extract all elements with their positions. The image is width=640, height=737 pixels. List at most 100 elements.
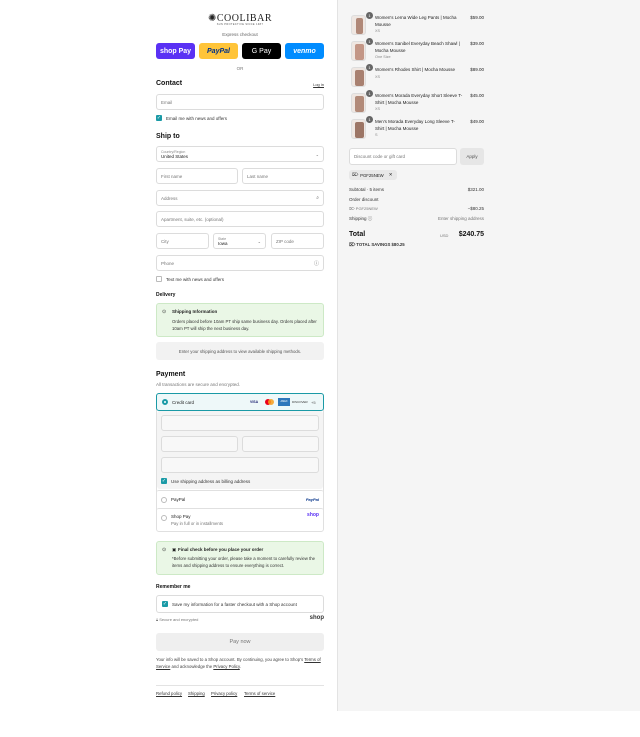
apply-label: Apply (466, 154, 478, 159)
zip-field[interactable]: ZIP code (271, 233, 324, 249)
phone-field[interactable]: Phone ⓘ (156, 255, 324, 271)
apply-button[interactable]: Apply (460, 148, 484, 165)
address-placeholder: Address (161, 195, 178, 201)
shipping-row-label: Shipping ⓘ (349, 216, 372, 222)
paypal-radio[interactable] (161, 497, 167, 503)
final-check-body: *Before submitting your order, please ta… (172, 556, 316, 568)
paypal-button[interactable]: PayPal (199, 43, 238, 59)
help-icon[interactable]: ⓘ (368, 216, 373, 221)
remember-heading: Remember me (156, 584, 191, 590)
discount-placeholder: Discount code or gift card (354, 154, 406, 159)
cart-item: 1 Women's Morada Everyday Short Sleeve T… (351, 90, 484, 115)
total-label: Total (349, 231, 366, 238)
product-name: Women's Rhodes Shirt | Mocha Mousse (375, 67, 455, 72)
product-name: Women's Lerna Wide Leg Pants | Mocha Mou… (375, 15, 457, 27)
login-link[interactable]: Log in (313, 82, 324, 87)
shop-pay-option[interactable]: Shop Pay Pay in full or in installments … (156, 508, 324, 532)
zip-placeholder: ZIP code (276, 238, 294, 244)
secure-text: Secure and encrypted (159, 617, 199, 622)
or-divider: OR (236, 66, 244, 71)
email-news-label: Email me with news and offers (166, 116, 227, 121)
search-icon: ⌕ (316, 195, 319, 201)
tag-icon: ⌦ (352, 172, 359, 177)
product-name: Men's Morada Everyday Long Sleeve T-Shir… (375, 119, 455, 131)
paypal-option[interactable]: PayPal PayPal (156, 490, 324, 508)
last-name-field[interactable]: Last name (242, 168, 324, 184)
remember-checkbox[interactable]: ✓ (162, 601, 168, 607)
product-price: $39.00 (470, 41, 484, 46)
express-checkout-label: Express checkout (222, 32, 258, 37)
subtotal-value: $321.00 (467, 187, 484, 192)
discount-code-input[interactable]: Discount code or gift card (349, 148, 457, 165)
venmo-button[interactable]: venmo (285, 43, 324, 59)
shipping-info-body: Orders placed before 10am PT ship same b… (172, 319, 317, 331)
refund-policy-link[interactable]: Refund policy (156, 691, 182, 696)
discount-code-label: PGF25NEW (355, 206, 378, 211)
remember-label: Save my information for a faster checkou… (172, 602, 297, 607)
address-field[interactable]: Address ⌕ (156, 190, 324, 206)
city-field[interactable]: City (156, 233, 209, 249)
clipboard-icon: ▣ (172, 547, 177, 552)
city-placeholder: City (161, 238, 169, 244)
shop-pay-radio[interactable] (161, 515, 167, 521)
legal-text: Your info will be saved to a Shop accoun… (156, 657, 324, 670)
shop-pay-button[interactable]: shop Pay (156, 43, 195, 59)
chevron-down-icon: ⌄ (315, 152, 319, 157)
shipping-label: Shipping (349, 216, 367, 221)
mastercard-icon (265, 399, 274, 405)
card-number-field[interactable] (161, 415, 319, 431)
shipping-value: Enter shipping address (437, 216, 484, 221)
google-pay-button[interactable]: G Pay (242, 43, 281, 59)
card-expiry-field[interactable] (161, 436, 238, 452)
card-cvv-field[interactable] (242, 436, 319, 452)
text-news-checkbox[interactable] (156, 276, 162, 282)
currency-label: USD (440, 233, 449, 238)
shipping-link[interactable]: Shipping (188, 691, 205, 696)
footer-divider (156, 685, 324, 686)
first-name-field[interactable]: First name (156, 168, 238, 184)
shipping-info-title: Shipping Information (172, 309, 218, 314)
ship-to-heading: Ship to (156, 133, 180, 140)
pay-now-label: Pay now (229, 639, 251, 645)
payment-heading: Payment (156, 371, 186, 378)
legal-text-b: and acknowledge the (170, 663, 214, 669)
terms-of-service-link[interactable]: Terms of service (244, 691, 275, 696)
paypal-label: PayPal (207, 47, 230, 55)
google-pay-label: G Pay (251, 47, 272, 55)
discount-code-row: ⌦ PGF25NEW (349, 206, 378, 211)
product-thumbnail (351, 41, 366, 61)
apartment-field[interactable]: Apartment, suite, etc. (optional) (156, 211, 324, 227)
credit-card-option[interactable]: Credit card VISA AMEX DISCOVER +5 (156, 393, 324, 411)
cart-item: 1 Women's Sanibel Everyday Beach Shawl |… (351, 38, 484, 63)
billing-address-checkbox[interactable]: ✓ (161, 478, 167, 484)
privacy-policy-link[interactable]: Privacy policy (211, 691, 237, 696)
state-select[interactable]: State Iowa ⌄ (213, 233, 266, 249)
checkout-page: ✺COOLIBAR SUN PROTECTIVE SINCE 1987 Expr… (0, 0, 640, 737)
total-savings-label: TOTAL SAVINGS (356, 242, 391, 247)
total-savings: ⌦ TOTAL SAVINGS $80.25 (349, 242, 405, 248)
remove-discount-icon[interactable]: ✕ (389, 172, 393, 178)
email-field[interactable]: Email (156, 94, 324, 110)
product-name: Women's Morada Everyday Short Sleeve T-S… (375, 93, 463, 105)
legal-text-a: Your info will be saved to a Shop accoun… (156, 657, 305, 662)
help-icon[interactable]: ⓘ (314, 260, 319, 267)
product-price: $89.00 (470, 67, 484, 72)
venmo-label: venmo (293, 47, 316, 55)
pay-now-button[interactable]: Pay now (156, 633, 324, 651)
country-select[interactable]: Country/Region United States ⌄ (156, 146, 324, 162)
card-name-field[interactable] (161, 457, 319, 473)
quantity-badge: 1 (366, 38, 373, 45)
credit-card-radio[interactable] (162, 399, 168, 405)
privacy-link[interactable]: Privacy Policy (213, 664, 239, 669)
subtotal-label: Subtotal · 5 items (349, 187, 385, 192)
product-thumbnail (351, 15, 366, 35)
product-thumbnail (351, 119, 366, 139)
product-variant: One Size (375, 55, 391, 59)
total-value: $240.75 (458, 231, 484, 238)
cart-item: 1 Women's Rhodes Shirt | Mocha Mousse XS … (351, 64, 484, 89)
final-check-title: Final check before you place your order (178, 547, 264, 552)
shipping-info-box: ⊙ Shipping Information Orders placed bef… (156, 303, 324, 337)
product-name: Women's Sanibel Everyday Beach Shawl | M… (375, 41, 460, 53)
email-news-checkbox[interactable]: ✓ (156, 115, 162, 121)
cart-item: 1 Women's Lerna Wide Leg Pants | Mocha M… (351, 12, 484, 37)
